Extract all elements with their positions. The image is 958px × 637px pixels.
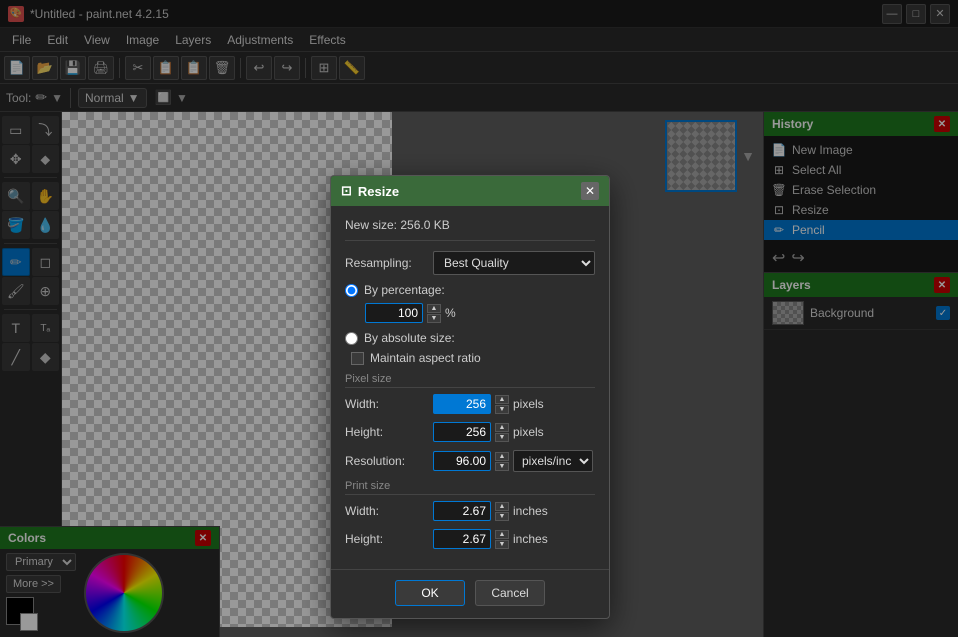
print-height-unit: inches (513, 532, 548, 546)
print-width-input[interactable] (433, 501, 491, 521)
percentage-input[interactable] (365, 303, 423, 323)
resampling-row: Resampling: Best Quality Bilinear Bicubi… (345, 251, 595, 275)
resolution-row: Resolution: ▲ ▼ pixels/inch pixels/cm (345, 450, 595, 472)
print-height-up[interactable]: ▲ (495, 530, 509, 539)
maintain-aspect-label: Maintain aspect ratio (370, 351, 481, 365)
resolution-label: Resolution: (345, 454, 425, 468)
pixel-height-unit: pixels (513, 425, 544, 439)
resolution-up[interactable]: ▲ (495, 452, 509, 461)
pixel-height-row: Height: ▲ ▼ pixels (345, 422, 595, 442)
by-absolute-radio-row: By absolute size: (345, 331, 595, 345)
pixel-height-spinner: ▲ ▼ (495, 423, 509, 442)
percentage-up-button[interactable]: ▲ (427, 304, 441, 313)
dialog-title-text: Resize (358, 184, 399, 199)
by-percentage-label: By percentage: (364, 283, 445, 297)
by-absolute-label: By absolute size: (364, 331, 455, 345)
cancel-button[interactable]: Cancel (475, 580, 545, 606)
print-size-section: Print size (345, 480, 595, 495)
new-size-info: New size: 256.0 KB (345, 218, 595, 241)
pixel-height-input[interactable] (433, 422, 491, 442)
resolution-down[interactable]: ▼ (495, 462, 509, 471)
by-percentage-radio[interactable] (345, 284, 358, 297)
pixel-width-input[interactable] (433, 394, 491, 414)
percentage-unit: % (445, 306, 456, 320)
print-height-input-row: ▲ ▼ inches (433, 529, 548, 549)
maintain-aspect-row: Maintain aspect ratio (351, 351, 595, 365)
dialog-icon: ⊡ (341, 183, 352, 199)
resampling-label: Resampling: (345, 256, 425, 270)
pixel-size-section: Pixel size (345, 373, 595, 388)
dialog-title: ⊡ Resize (341, 183, 399, 199)
pixel-width-unit: pixels (513, 397, 544, 411)
print-width-up[interactable]: ▲ (495, 502, 509, 511)
ok-button[interactable]: OK (395, 580, 465, 606)
print-width-down[interactable]: ▼ (495, 512, 509, 521)
resolution-input[interactable] (433, 451, 491, 471)
print-height-spinner: ▲ ▼ (495, 530, 509, 549)
pixel-height-input-row: ▲ ▼ pixels (433, 422, 544, 442)
dialog-close-button[interactable]: ✕ (581, 182, 599, 200)
resolution-unit-dropdown[interactable]: pixels/inch pixels/cm (513, 450, 593, 472)
pixel-width-spinner: ▲ ▼ (495, 395, 509, 414)
dialog-overlay: ⊡ Resize ✕ New size: 256.0 KB Resampling… (0, 0, 958, 637)
pixel-width-label: Width: (345, 397, 425, 411)
print-height-down[interactable]: ▼ (495, 540, 509, 549)
dialog-footer: OK Cancel (331, 569, 609, 618)
resize-dialog: ⊡ Resize ✕ New size: 256.0 KB Resampling… (330, 175, 610, 619)
print-width-spinner: ▲ ▼ (495, 502, 509, 521)
percentage-spinner: ▲ ▼ (427, 304, 441, 323)
print-width-label: Width: (345, 504, 425, 518)
print-width-unit: inches (513, 504, 548, 518)
pixel-width-row: Width: ▲ ▼ pixels (345, 394, 595, 414)
resolution-spinner: ▲ ▼ (495, 452, 509, 471)
pixel-height-down[interactable]: ▼ (495, 433, 509, 442)
print-width-input-row: ▲ ▼ inches (433, 501, 548, 521)
pixel-width-up[interactable]: ▲ (495, 395, 509, 404)
pixel-height-label: Height: (345, 425, 425, 439)
resolution-input-row: ▲ ▼ pixels/inch pixels/cm (433, 450, 593, 472)
print-height-label: Height: (345, 532, 425, 546)
pixel-height-up[interactable]: ▲ (495, 423, 509, 432)
percentage-input-row: ▲ ▼ % (365, 303, 595, 323)
percentage-down-button[interactable]: ▼ (427, 314, 441, 323)
maintain-aspect-checkbox[interactable] (351, 352, 364, 365)
pixel-width-down[interactable]: ▼ (495, 405, 509, 414)
dialog-body: New size: 256.0 KB Resampling: Best Qual… (331, 206, 609, 569)
print-height-input[interactable] (433, 529, 491, 549)
pixel-width-input-row: ▲ ▼ pixels (433, 394, 544, 414)
print-height-row: Height: ▲ ▼ inches (345, 529, 595, 549)
by-percentage-radio-row: By percentage: (345, 283, 595, 297)
by-absolute-radio[interactable] (345, 332, 358, 345)
print-width-row: Width: ▲ ▼ inches (345, 501, 595, 521)
resampling-dropdown[interactable]: Best Quality Bilinear Bicubic Nearest Ne… (433, 251, 595, 275)
dialog-title-bar: ⊡ Resize ✕ (331, 176, 609, 206)
